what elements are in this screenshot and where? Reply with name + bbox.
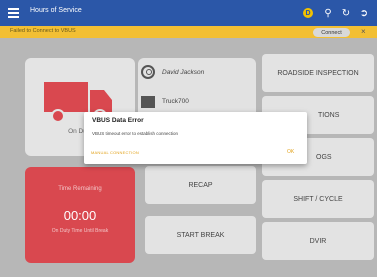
close-icon[interactable]: × [361,27,366,36]
ok-button[interactable]: OK [287,149,294,155]
logout-icon[interactable]: ➲ [357,5,371,21]
connect-button[interactable]: Connect [313,28,350,37]
dialog-title: VBUS Data Error [92,117,144,124]
dialog-message: VBUS timeout error to establish connecti… [92,131,179,136]
refresh-icon[interactable]: ↻ [339,5,353,21]
time-remaining-sublabel: On Duty Time Until Break [51,228,109,234]
truck-number: Truck700 [162,98,189,105]
bluetooth-icon[interactable]: ⚲ [321,5,335,21]
duty-status-badge[interactable]: D [303,8,313,18]
time-remaining-value: 00:00 [63,208,97,223]
connection-banner-text: Failed to Connect to VBUS [10,28,76,34]
manual-connection-button[interactable]: MANUAL CONNECTION [91,150,139,155]
app-title: Hours of Service [30,7,82,14]
recap-button[interactable]: RECAP [145,166,256,204]
driver-name: David Jackson [162,69,205,76]
time-remaining-label: Time Remaining [58,186,102,192]
menu-icon[interactable] [8,8,19,18]
roadside-inspection-button[interactable]: ROADSIDE INSPECTION [262,54,374,92]
dvir-button[interactable]: DVIR [262,222,374,260]
shift-cycle-button[interactable]: SHIFT / CYCLE [262,180,374,218]
truck-small-icon [141,96,155,108]
start-break-button[interactable]: START BREAK [145,216,256,254]
driver-avatar-icon [141,65,155,79]
